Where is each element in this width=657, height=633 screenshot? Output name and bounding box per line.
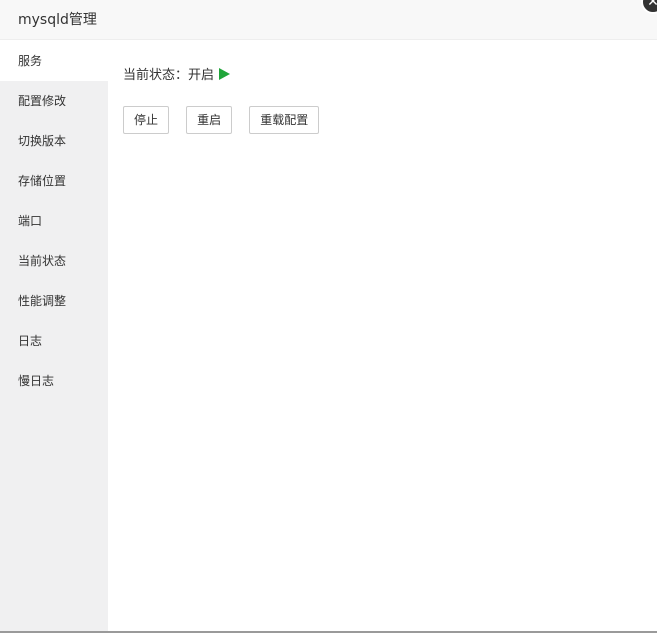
dialog-titlebar: mysqld管理 (0, 0, 657, 40)
service-status: 当前状态：开启 (123, 66, 231, 86)
sidebar-item-storage-location[interactable]: 存储位置 (0, 161, 108, 201)
status-label: 当前状态： (123, 68, 189, 83)
sidebar: 服务 配置修改 切换版本 存储位置 端口 当前状态 性能调整 日志 慢日志 (0, 41, 108, 633)
sidebar-item-current-status[interactable]: 当前状态 (0, 241, 108, 281)
sidebar-item-switch-version[interactable]: 切换版本 (0, 121, 108, 161)
stop-button[interactable]: 停止 (123, 106, 170, 134)
play-icon (219, 68, 231, 80)
sidebar-item-performance-tuning[interactable]: 性能调整 (0, 281, 108, 321)
sidebar-item-slow-logs[interactable]: 慢日志 (0, 361, 108, 401)
restart-button[interactable]: 重启 (186, 106, 233, 134)
dialog-title: mysqld管理 (18, 12, 97, 28)
reload-config-button[interactable]: 重载配置 (249, 106, 320, 134)
sidebar-item-service[interactable]: 服务 (0, 41, 108, 81)
mysqld-manage-dialog: mysqld管理 ✕ 服务 配置修改 切换版本 存储位置 端口 当前状态 性能调… (0, 0, 657, 633)
status-value: 开启 (188, 68, 215, 83)
service-actions: 停止 重启 重载配置 (123, 106, 331, 134)
sidebar-item-config-edit[interactable]: 配置修改 (0, 81, 108, 121)
sidebar-item-logs[interactable]: 日志 (0, 321, 108, 361)
sidebar-item-port[interactable]: 端口 (0, 201, 108, 241)
service-panel: 当前状态：开启 停止 重启 重载配置 (108, 41, 657, 633)
